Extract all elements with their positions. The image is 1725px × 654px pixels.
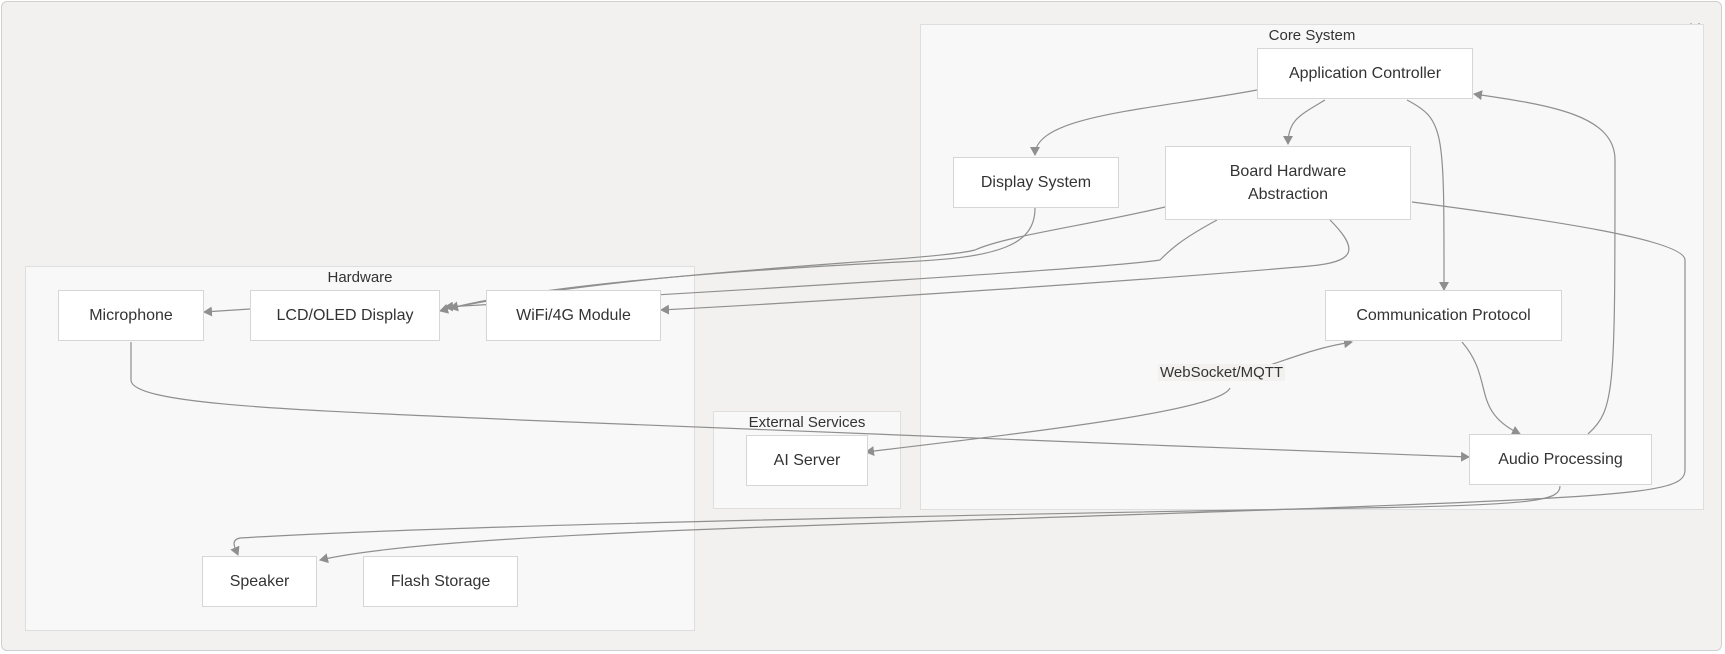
- edge-app-to-comm: [1406, 99, 1450, 291]
- edge-comm-to-audio: [1461, 341, 1521, 436]
- node-label: Audio Processing: [1498, 451, 1623, 468]
- edge-comm-to-ai: [865, 387, 1231, 457]
- node-label: Speaker: [229, 573, 290, 590]
- edge-lcd-to-mic: [203, 306, 251, 317]
- node-speaker[interactable]: Speaker: [202, 556, 317, 607]
- node-label-line1: Board Hardware: [1229, 163, 1347, 180]
- node-label-line2: Abstraction: [1247, 186, 1329, 203]
- node-label: Application Controller: [1288, 65, 1442, 82]
- node-label: Flash Storage: [390, 573, 491, 590]
- node-wifi-4g-module[interactable]: WiFi/4G Module: [486, 290, 661, 341]
- node-display-system[interactable]: Display System: [953, 157, 1119, 208]
- node-microphone[interactable]: Microphone: [58, 290, 204, 341]
- node-audio-processing[interactable]: Audio Processing: [1469, 434, 1652, 485]
- node-label: Display System: [980, 174, 1092, 191]
- node-label: AI Server: [773, 452, 841, 469]
- node-communication-protocol[interactable]: Communication Protocol: [1325, 290, 1562, 341]
- edge-label-websocket: WebSocket/MQTT: [1158, 364, 1286, 381]
- node-label: LCD/OLED Display: [276, 307, 414, 324]
- node-label: Communication Protocol: [1356, 307, 1531, 324]
- node-ai-server[interactable]: AI Server: [746, 435, 868, 486]
- node-application-controller[interactable]: Application Controller: [1257, 48, 1473, 99]
- node-lcd-oled-display[interactable]: LCD/OLED Display: [250, 290, 440, 341]
- edge-board-to-mic: [660, 219, 1350, 315]
- edge-app-to-board: [1283, 99, 1326, 145]
- edge-board-to-speaker: [319, 201, 1686, 564]
- node-flash-storage[interactable]: Flash Storage: [363, 556, 518, 607]
- node-board-hardware-abstraction[interactable]: Board Hardware Abstraction: [1165, 146, 1411, 220]
- node-label: WiFi/4G Module: [516, 307, 631, 324]
- edge-ai-to-comm: [1269, 338, 1353, 366]
- edge-audio-to-app: [1473, 90, 1616, 435]
- node-label: Microphone: [89, 307, 173, 324]
